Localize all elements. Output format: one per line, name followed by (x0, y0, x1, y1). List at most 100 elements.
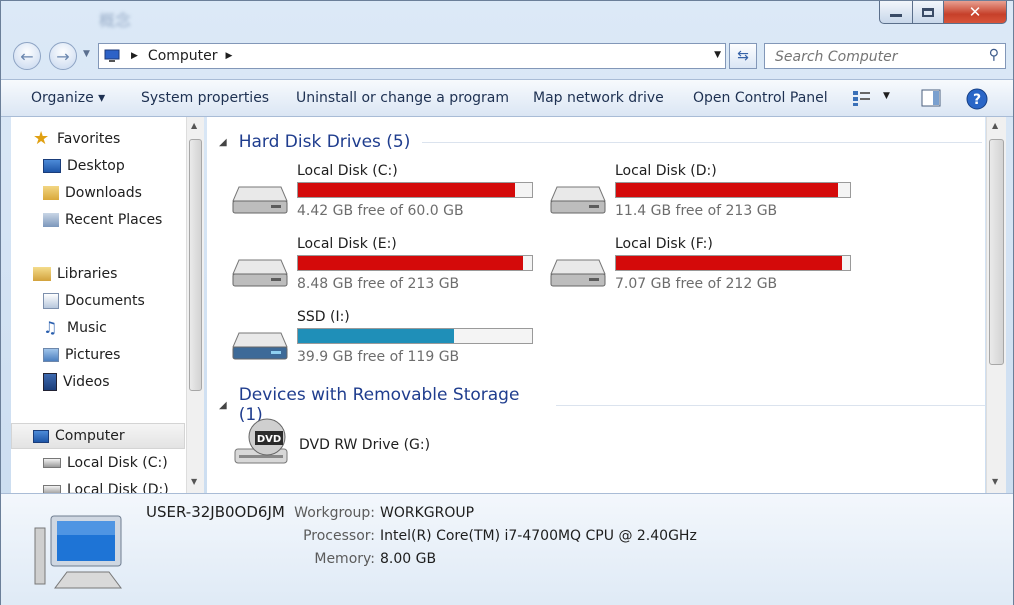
help-button[interactable]: ? (966, 88, 988, 114)
preview-pane-button[interactable] (921, 89, 941, 111)
libraries-icon (33, 267, 51, 281)
recent-pages-dropdown-icon[interactable]: ▼ (83, 49, 90, 59)
group-hard-disk-drives[interactable]: ◢ Hard Disk Drives (5) (219, 132, 983, 152)
drive-item[interactable]: Local Disk (F:) 7.07 GB free of 212 GB (549, 236, 869, 298)
group-divider (555, 404, 985, 406)
explorer-window: 概念 ✕ ← → ▼ ▶ Computer ▶ ▼ ⇆ ⚲ Organize ▾… (0, 0, 1014, 605)
sidebar-label: Computer (55, 428, 125, 444)
svg-text:DVD: DVD (257, 434, 281, 445)
content-scrollbar[interactable]: ▲ ▼ (986, 117, 1006, 493)
back-button[interactable]: ← (13, 42, 41, 70)
command-bar: Organize ▾ System properties Uninstall o… (1, 79, 1013, 117)
sidebar-favorites[interactable]: ★ Favorites (33, 128, 120, 150)
desktop-icon (43, 159, 61, 173)
free-space-text: 4.42 GB free of 60.0 GB (297, 203, 464, 219)
sidebar-label: Pictures (65, 347, 121, 363)
refresh-button[interactable]: ⇆ (729, 43, 757, 69)
sidebar-item-downloads[interactable]: Downloads (43, 182, 142, 204)
free-space-text: 7.07 GB free of 212 GB (615, 276, 778, 292)
usage-bar-fill (616, 183, 838, 197)
scroll-up-icon[interactable]: ▲ (191, 121, 197, 130)
usage-bar (297, 328, 533, 344)
preview-pane-icon (921, 89, 941, 107)
open-control-panel-button[interactable]: Open Control Panel (693, 80, 828, 116)
usage-bar-fill (298, 329, 454, 343)
details-pane: USER-32JB0OD6JM Workgroup: WORKGROUP Pro… (1, 493, 1013, 605)
forward-button[interactable]: → (49, 42, 77, 70)
usage-bar-fill (298, 183, 515, 197)
forward-arrow-icon: → (56, 46, 70, 66)
sidebar-item-recent-places[interactable]: Recent Places (43, 209, 162, 231)
sidebar-item-desktop[interactable]: Desktop (43, 155, 125, 177)
hard-drive-icon (43, 485, 61, 493)
dvd-drive-icon: DVD (234, 418, 288, 464)
sidebar-label: Local Disk (D:) (67, 482, 169, 493)
minimize-button[interactable] (879, 1, 913, 24)
sidebar-item-local-disk-c[interactable]: Local Disk (C:) (43, 452, 168, 474)
maximize-button[interactable] (912, 1, 944, 24)
usage-bar (297, 255, 533, 271)
scrollbar-thumb[interactable] (989, 139, 1004, 365)
sidebar-item-pictures[interactable]: Pictures (43, 344, 120, 366)
svg-text:?: ? (973, 92, 981, 108)
drive-item[interactable]: Local Disk (D:) 11.4 GB free of 213 GB (549, 163, 869, 225)
search-input[interactable] (773, 45, 977, 69)
sidebar-item-documents[interactable]: Documents (43, 290, 145, 312)
scroll-up-icon[interactable]: ▲ (992, 121, 998, 130)
address-dropdown-icon[interactable]: ▼ (714, 50, 721, 60)
videos-icon (43, 373, 57, 391)
usage-bar-fill (616, 256, 843, 270)
address-bar[interactable]: ▶ Computer ▶ ▼ (98, 43, 726, 69)
maximize-icon (922, 7, 934, 17)
breadcrumb-computer[interactable]: Computer (148, 48, 218, 64)
sidebar-label: Local Disk (C:) (67, 455, 168, 471)
back-arrow-icon: ← (20, 46, 34, 66)
refresh-icon: ⇆ (737, 48, 749, 64)
device-name: DVD RW Drive (G:) (299, 437, 431, 453)
navigation-pane-scrollbar[interactable]: ▲ ▼ (186, 117, 204, 493)
search-icon[interactable]: ⚲ (989, 47, 999, 63)
collapse-triangle-icon[interactable]: ◢ (219, 137, 227, 148)
system-properties-button[interactable]: System properties (141, 80, 269, 116)
free-space-text: 8.48 GB free of 213 GB (297, 276, 460, 292)
organize-button[interactable]: Organize ▾ (31, 80, 105, 116)
workgroup-value: WORKGROUP (380, 505, 475, 521)
scrollbar-thumb[interactable] (189, 139, 202, 391)
scroll-down-icon[interactable]: ▼ (191, 477, 197, 486)
free-space-text: 11.4 GB free of 213 GB (615, 203, 778, 219)
sidebar-item-local-disk-d[interactable]: Local Disk (D:) (43, 479, 169, 493)
memory-label: Memory: (314, 551, 375, 567)
uninstall-program-button[interactable]: Uninstall or change a program (296, 80, 509, 116)
ssd-drive-icon (232, 332, 288, 360)
sidebar-item-videos[interactable]: Videos (43, 371, 110, 393)
hard-drive-icon (232, 259, 288, 287)
drive-name: Local Disk (F:) (615, 236, 713, 252)
collapse-triangle-icon[interactable]: ◢ (219, 400, 227, 411)
scroll-down-icon[interactable]: ▼ (992, 477, 998, 486)
computer-large-icon (34, 515, 122, 589)
dvd-drive-item[interactable]: DVD DVD RW Drive (G:) (231, 415, 531, 475)
drive-name: Local Disk (D:) (615, 163, 717, 179)
group-divider (422, 141, 983, 143)
sidebar-libraries[interactable]: Libraries (33, 263, 117, 285)
downloads-folder-icon (43, 186, 59, 200)
workgroup-label: Workgroup: (294, 505, 375, 521)
drive-name: Local Disk (C:) (297, 163, 398, 179)
sidebar-label: Recent Places (65, 212, 163, 228)
change-view-button[interactable]: ▼ (851, 89, 891, 107)
usage-bar (615, 182, 851, 198)
sidebar-label: Desktop (67, 158, 125, 174)
recent-places-icon (43, 213, 59, 227)
drive-item[interactable]: Local Disk (C:) 4.42 GB free of 60.0 GB (231, 163, 551, 225)
window-title: 概念 (99, 11, 132, 30)
search-box[interactable]: ⚲ (764, 43, 1006, 69)
minimize-icon (890, 13, 902, 17)
close-button[interactable]: ✕ (943, 1, 1007, 24)
star-icon: ★ (33, 128, 50, 149)
breadcrumb-separator-icon: ▶ (225, 51, 233, 61)
drive-item[interactable]: Local Disk (E:) 8.48 GB free of 213 GB (231, 236, 551, 298)
sidebar-item-music[interactable]: ♫ Music (43, 317, 107, 339)
sidebar-computer[interactable]: Computer (33, 425, 125, 447)
drive-item[interactable]: SSD (I:) 39.9 GB free of 119 GB (231, 309, 551, 371)
map-network-drive-button[interactable]: Map network drive (533, 80, 664, 116)
